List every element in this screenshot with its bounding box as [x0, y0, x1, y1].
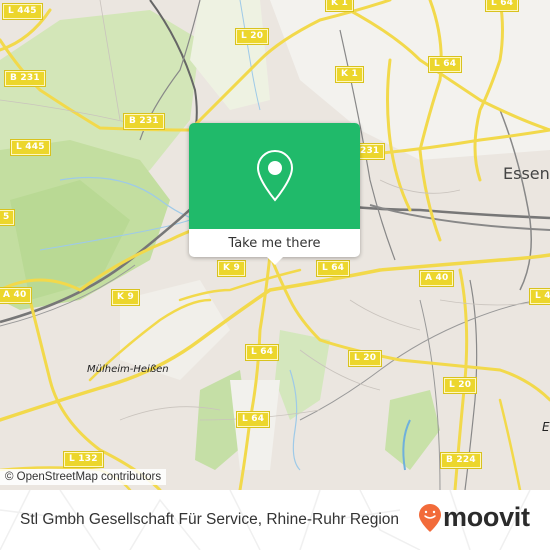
- place-label-city-edge: E: [542, 420, 550, 434]
- road-label: L 64: [427, 56, 463, 73]
- road-label: B 231: [123, 113, 165, 130]
- road-label: A 40: [418, 270, 455, 287]
- footer-bar: Stl Gmbh Gesellschaft Für Service, Rhine…: [0, 490, 550, 550]
- road-label: L 64: [235, 411, 271, 428]
- popup-header: [189, 123, 360, 229]
- take-me-there-button[interactable]: Take me there: [189, 229, 360, 257]
- road-label: L 4: [529, 288, 550, 305]
- popup-pointer: [267, 257, 283, 265]
- road-label: L 64: [315, 260, 351, 277]
- road-label: K 1: [335, 66, 364, 83]
- road-label: L 64: [484, 0, 520, 12]
- road-label: L 20: [442, 377, 478, 394]
- road-label: L 132: [63, 451, 104, 468]
- attribution-text: © OpenStreetMap contributors: [5, 471, 162, 483]
- moovit-smile-pin-icon: [419, 504, 441, 532]
- place-label-city: Essen: [503, 164, 550, 183]
- road-label: L 445: [2, 3, 43, 20]
- moovit-logo[interactable]: moovit: [443, 502, 530, 533]
- place-label-district: Mülheim-Heißen: [87, 364, 169, 375]
- road-label: K 9: [217, 260, 246, 277]
- road-label: L 445: [10, 139, 51, 156]
- road-label: B 231: [4, 70, 46, 87]
- road-label: K 1: [325, 0, 354, 12]
- map-view[interactable]: L 445 L 20 K 1 L 64 B 231 B 231 K 1 L 64…: [0, 0, 550, 490]
- business-title: Stl Gmbh Gesellschaft Für Service, Rhine…: [20, 511, 400, 528]
- road-label: L 64: [244, 344, 280, 361]
- road-label: 5: [0, 209, 16, 226]
- map-pin-icon: [256, 149, 293, 202]
- road-label: K 9: [111, 289, 140, 306]
- road-label: L 20: [234, 28, 270, 45]
- map-attribution[interactable]: © OpenStreetMap contributors: [0, 469, 167, 485]
- road-label: L 20: [347, 350, 383, 367]
- road-label: A 40: [0, 287, 33, 304]
- road-label: B 224: [440, 452, 482, 469]
- location-popup: Take me there: [189, 123, 360, 265]
